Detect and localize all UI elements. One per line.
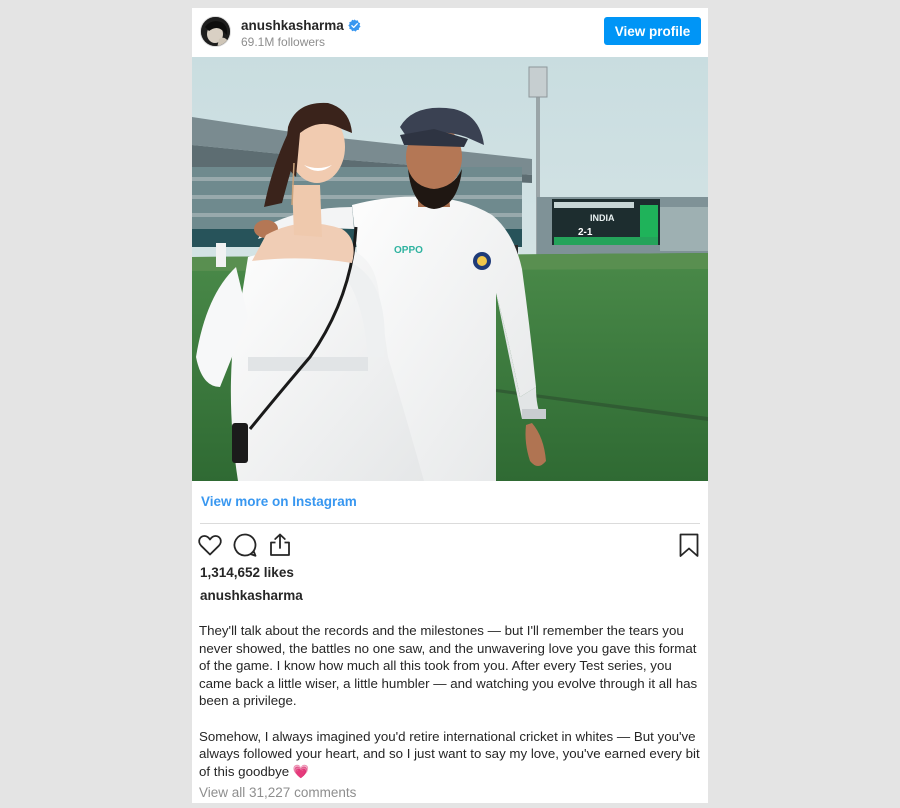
- caption-paragraph: Somehow, I always imagined you'd retire …: [199, 728, 701, 781]
- post-photo[interactable]: INDIA 2-1 OPPO: [192, 57, 708, 481]
- jersey-sponsor: OPPO: [394, 245, 423, 256]
- bookmark-icon[interactable]: [676, 532, 702, 558]
- heart-emoji-icon: 💗: [292, 763, 310, 779]
- caption-username[interactable]: anushkasharma: [200, 588, 303, 603]
- comment-bubble-icon[interactable]: [232, 532, 258, 558]
- like-count[interactable]: 1,314,652 likes: [200, 565, 294, 580]
- view-more-on-instagram-link[interactable]: View more on Instagram: [201, 494, 357, 509]
- post-header: anushkasharma 69.1M followers View profi…: [192, 8, 708, 56]
- profile-avatar[interactable]: [200, 16, 231, 47]
- share-icon[interactable]: [267, 532, 293, 558]
- verified-badge-icon: [348, 18, 361, 32]
- instagram-embed-card: anushkasharma 69.1M followers View profi…: [192, 8, 708, 803]
- view-profile-button[interactable]: View profile: [604, 17, 701, 45]
- follower-count: 69.1M followers: [241, 35, 326, 49]
- divider: [200, 523, 700, 524]
- header-username[interactable]: anushkasharma: [241, 18, 344, 33]
- scoreboard-score: 2-1: [578, 227, 593, 238]
- post-actions: [192, 532, 708, 558]
- view-all-comments-link[interactable]: View all 31,227 comments: [199, 785, 356, 800]
- caption-paragraph: They'll talk about the records and the m…: [199, 623, 698, 709]
- caption-paragraph-text: Somehow, I always imagined you'd retire …: [199, 728, 700, 779]
- scoreboard-team: INDIA: [590, 213, 615, 223]
- heart-outline-icon[interactable]: [197, 532, 223, 558]
- post-caption: They'll talk about the records and the m…: [199, 622, 701, 798]
